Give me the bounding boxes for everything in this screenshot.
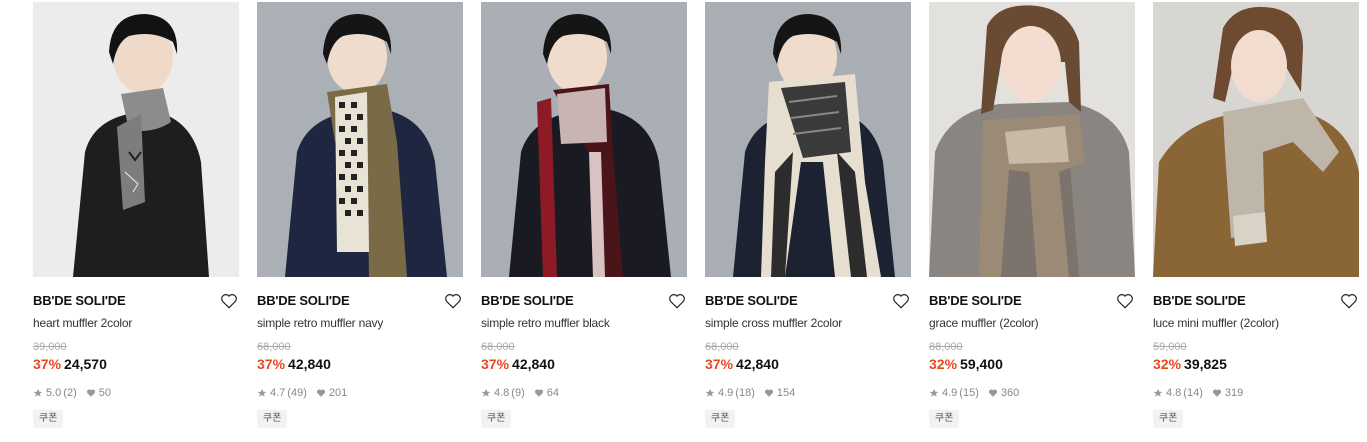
- product-name[interactable]: simple cross muffler 2color: [705, 315, 911, 331]
- brand-name[interactable]: BB'DE SOLI'DE: [705, 293, 798, 308]
- wishlist-heart-icon[interactable]: [891, 291, 911, 311]
- original-price: 39,000: [33, 341, 67, 353]
- review-count: (15): [959, 387, 979, 399]
- coupon-badge: 쿠폰: [705, 410, 736, 428]
- product-name[interactable]: luce mini muffler (2color): [1153, 315, 1359, 331]
- product-card[interactable]: BB'DE SOLI'DE simple cross muffler 2colo…: [705, 2, 911, 428]
- product-card[interactable]: BB'DE SOLI'DE simple retro muffler black…: [481, 2, 687, 428]
- brand-name[interactable]: BB'DE SOLI'DE: [1153, 293, 1246, 308]
- coupon-badge: 쿠폰: [1153, 410, 1184, 428]
- discount-rate: 37%: [481, 356, 510, 372]
- cross-muffler-photo-icon: [705, 2, 911, 277]
- rating-value: 4.9: [718, 387, 734, 399]
- retro-muffler-black-photo-icon: [481, 2, 687, 277]
- wishlist-heart-icon[interactable]: [443, 291, 463, 311]
- discount-rate: 32%: [929, 356, 958, 372]
- original-price: 68,000: [481, 341, 515, 353]
- product-image[interactable]: [481, 2, 687, 277]
- discount-rate: 37%: [257, 356, 286, 372]
- product-image[interactable]: [1153, 2, 1359, 277]
- sale-price: 59,400: [960, 356, 1003, 372]
- product-image[interactable]: [257, 2, 463, 277]
- rating-value: 4.8: [1166, 387, 1182, 399]
- star-icon: [1153, 388, 1163, 397]
- product-name[interactable]: heart muffler 2color: [33, 315, 239, 331]
- wishlist-heart-icon[interactable]: [219, 291, 239, 311]
- wishlist-heart-icon[interactable]: [1115, 291, 1135, 311]
- like-count: 50: [98, 387, 111, 399]
- coupon-badge: 쿠폰: [33, 410, 64, 428]
- review-count: (14): [1183, 387, 1203, 399]
- star-icon: [705, 388, 715, 397]
- original-price: 68,000: [257, 341, 291, 353]
- original-price: 88,000: [929, 341, 963, 353]
- sale-price: 39,825: [1184, 356, 1227, 372]
- original-price: 68,000: [705, 341, 739, 353]
- brand-name[interactable]: BB'DE SOLI'DE: [481, 293, 574, 308]
- rating-value: 4.9: [942, 387, 958, 399]
- heart-icon: [988, 389, 997, 397]
- star-icon: [33, 388, 43, 397]
- star-icon: [481, 388, 491, 397]
- product-name[interactable]: simple retro muffler navy: [257, 315, 463, 331]
- sale-price: 42,840: [288, 356, 331, 372]
- discount-rate: 37%: [705, 356, 734, 372]
- brand-name[interactable]: BB'DE SOLI'DE: [257, 293, 350, 308]
- sale-price: 42,840: [736, 356, 779, 372]
- heart-muffler-photo-icon: [33, 2, 239, 277]
- star-icon: [929, 388, 939, 397]
- product-card[interactable]: BB'DE SOLI'DE simple retro muffler navy …: [257, 2, 463, 428]
- product-image[interactable]: [33, 2, 239, 277]
- like-count: 319: [1224, 387, 1244, 399]
- retro-muffler-navy-photo-icon: [257, 2, 463, 277]
- wishlist-heart-icon[interactable]: [1339, 291, 1359, 311]
- luce-muffler-photo-icon: [1153, 2, 1359, 277]
- discount-rate: 37%: [33, 356, 62, 372]
- heart-icon: [764, 389, 773, 397]
- like-count: 360: [1000, 387, 1020, 399]
- product-grid: BB'DE SOLI'DE heart muffler 2color 39,00…: [0, 0, 1367, 442]
- rating-value: 4.7: [270, 387, 286, 399]
- product-card[interactable]: BB'DE SOLI'DE grace muffler (2color) 88,…: [929, 2, 1135, 428]
- brand-name[interactable]: BB'DE SOLI'DE: [929, 293, 1022, 308]
- wishlist-heart-icon[interactable]: [667, 291, 687, 311]
- product-image[interactable]: [929, 2, 1135, 277]
- review-count: (18): [735, 387, 755, 399]
- like-count: 154: [776, 387, 796, 399]
- coupon-badge: 쿠폰: [257, 410, 288, 428]
- product-image[interactable]: [705, 2, 911, 277]
- brand-name[interactable]: BB'DE SOLI'DE: [33, 293, 126, 308]
- heart-icon: [316, 389, 325, 397]
- product-name[interactable]: grace muffler (2color): [929, 315, 1135, 331]
- review-count: (9): [511, 387, 525, 399]
- original-price: 59,000: [1153, 341, 1187, 353]
- coupon-badge: 쿠폰: [929, 410, 960, 428]
- heart-icon: [86, 389, 95, 397]
- product-card[interactable]: BB'DE SOLI'DE heart muffler 2color 39,00…: [33, 2, 239, 428]
- sale-price: 24,570: [64, 356, 107, 372]
- star-icon: [257, 388, 267, 397]
- coupon-badge: 쿠폰: [481, 410, 512, 428]
- like-count: 201: [328, 387, 348, 399]
- grace-muffler-photo-icon: [929, 2, 1135, 277]
- rating-value: 5.0: [46, 387, 62, 399]
- discount-rate: 32%: [1153, 356, 1182, 372]
- sale-price: 42,840: [512, 356, 555, 372]
- product-card[interactable]: BB'DE SOLI'DE luce mini muffler (2color)…: [1153, 2, 1359, 428]
- review-count: (49): [287, 387, 307, 399]
- rating-value: 4.8: [494, 387, 510, 399]
- like-count: 64: [546, 387, 559, 399]
- review-count: (2): [63, 387, 77, 399]
- heart-icon: [1212, 389, 1221, 397]
- heart-icon: [534, 389, 543, 397]
- product-name[interactable]: simple retro muffler black: [481, 315, 687, 331]
